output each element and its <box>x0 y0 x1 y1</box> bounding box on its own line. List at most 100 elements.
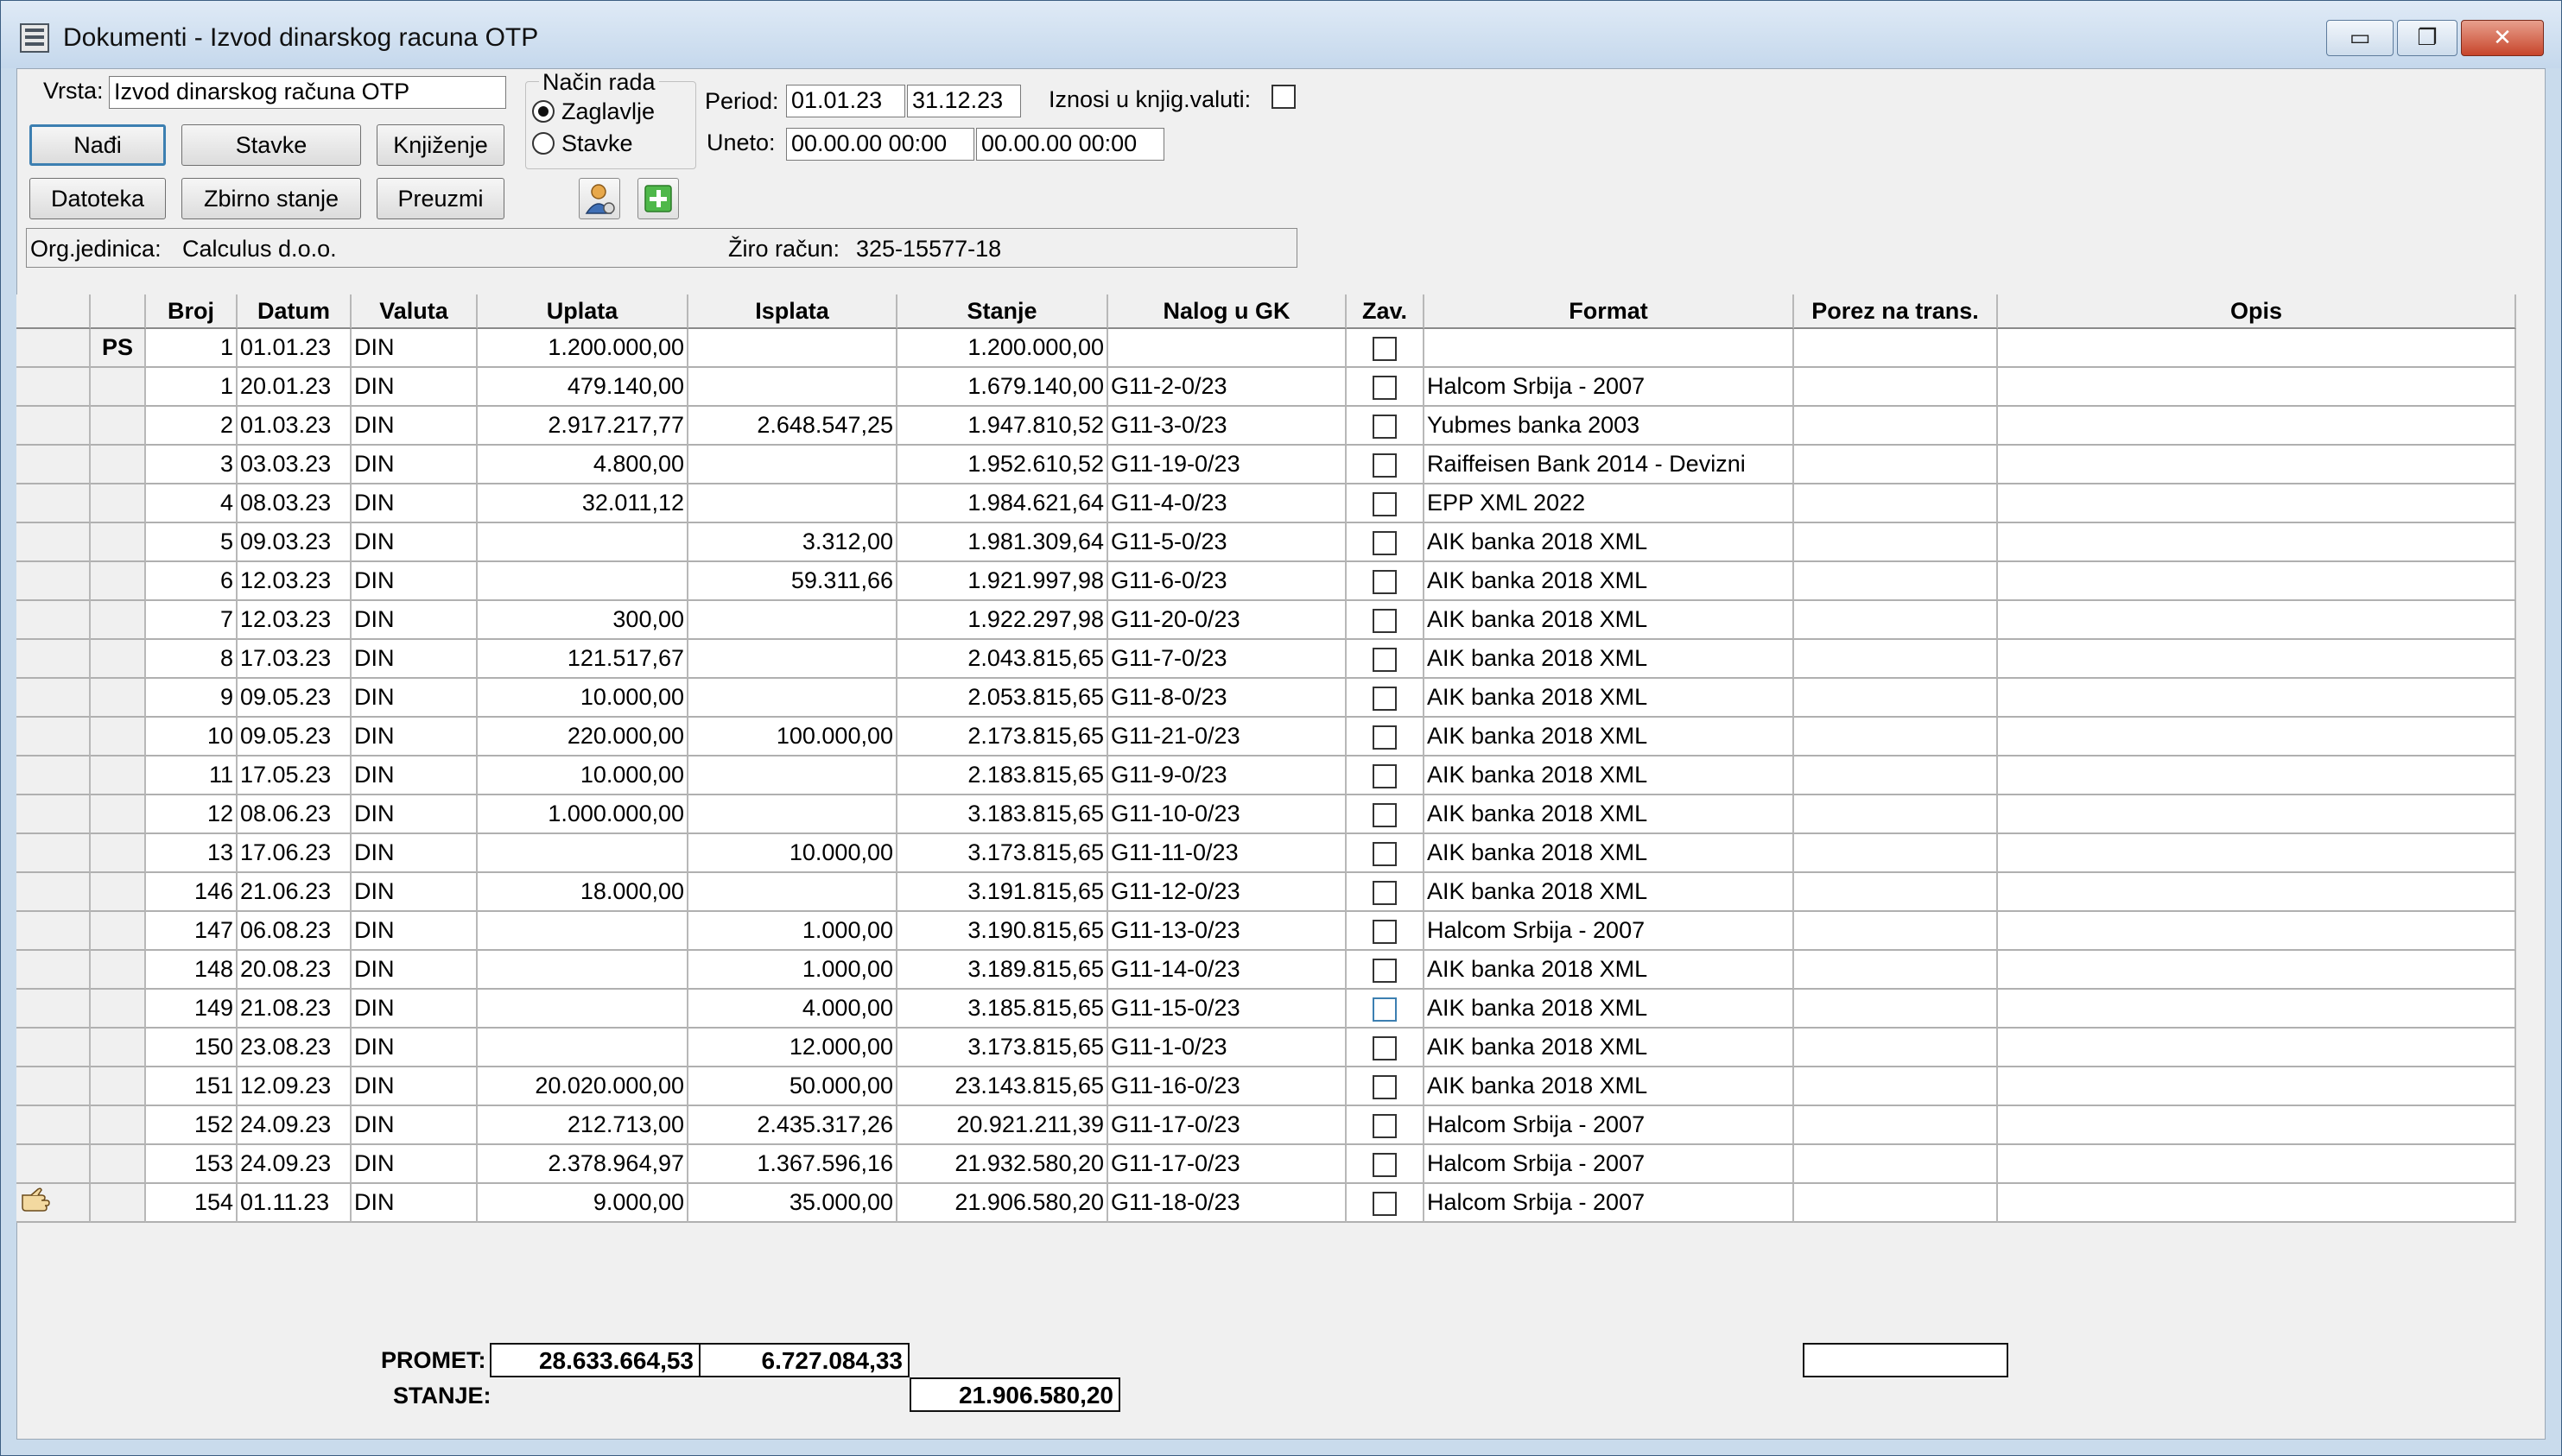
cell-stanje[interactable]: 1.200.000,00 <box>897 329 1108 368</box>
cell-porez[interactable] <box>1794 1184 1998 1223</box>
cell-opis[interactable] <box>1998 1106 2516 1145</box>
col-datum[interactable]: Datum <box>238 294 352 329</box>
cell-zav[interactable] <box>1347 1029 1424 1067</box>
cell-broj[interactable]: 152 <box>146 1106 238 1145</box>
cell-broj[interactable]: 9 <box>146 679 238 718</box>
cell-format[interactable]: Halcom Srbija - 2007 <box>1424 1184 1794 1223</box>
cell-stanje[interactable]: 1.952.610,52 <box>897 446 1108 484</box>
zav-checkbox[interactable] <box>1373 880 1397 905</box>
cell-format[interactable]: AIK banka 2018 XML <box>1424 990 1794 1029</box>
row-selector[interactable] <box>16 718 91 756</box>
col-isplata[interactable]: Isplata <box>688 294 897 329</box>
zav-checkbox[interactable] <box>1373 725 1397 750</box>
cell-valuta[interactable]: DIN <box>352 601 478 640</box>
cell-nalog[interactable]: G11-13-0/23 <box>1108 912 1347 951</box>
cell-opis[interactable] <box>1998 990 2516 1029</box>
zav-checkbox[interactable] <box>1373 569 1397 594</box>
cell-porez[interactable] <box>1794 446 1998 484</box>
table-row[interactable]: 8 17.03.23 DIN 121.517,67 2.043.815,65 G11-7-… <box>16 640 2516 679</box>
zav-checkbox[interactable] <box>1373 336 1397 361</box>
row-selector[interactable] <box>16 1067 91 1106</box>
cell-broj[interactable]: 13 <box>146 834 238 873</box>
cell-uplata[interactable]: 4.800,00 <box>478 446 688 484</box>
cell-zav[interactable] <box>1347 1106 1424 1145</box>
cell-stanje[interactable]: 3.173.815,65 <box>897 1029 1108 1067</box>
cell-nalog[interactable]: G11-9-0/23 <box>1108 756 1347 795</box>
row-selector[interactable] <box>16 1145 91 1184</box>
col-stanje[interactable]: Stanje <box>897 294 1108 329</box>
cell-opis[interactable] <box>1998 679 2516 718</box>
cell-zav[interactable] <box>1347 368 1424 407</box>
cell-uplata[interactable]: 10.000,00 <box>478 756 688 795</box>
cell-datum[interactable]: 20.08.23 <box>238 951 352 990</box>
cell-opis[interactable] <box>1998 407 2516 446</box>
vrsta-field[interactable]: Izvod dinarskog računa OTP <box>109 76 506 109</box>
row-selector[interactable] <box>16 601 91 640</box>
cell-broj[interactable]: 148 <box>146 951 238 990</box>
cell-broj[interactable]: 153 <box>146 1145 238 1184</box>
row-selector[interactable] <box>16 329 91 368</box>
cell-zav[interactable] <box>1347 484 1424 523</box>
uneto-from-field[interactable]: 00.00.00 00:00 <box>786 128 974 161</box>
row-selector[interactable] <box>16 951 91 990</box>
cell-porez[interactable] <box>1794 523 1998 562</box>
cell-format[interactable]: AIK banka 2018 XML <box>1424 1029 1794 1067</box>
cell-nalog[interactable]: G11-21-0/23 <box>1108 718 1347 756</box>
cell-stanje[interactable]: 2.183.815,65 <box>897 756 1108 795</box>
zav-checkbox[interactable] <box>1373 997 1397 1022</box>
cell-broj[interactable]: 5 <box>146 523 238 562</box>
col-uplata[interactable]: Uplata <box>478 294 688 329</box>
minimize-button[interactable]: ▭ <box>2326 20 2394 56</box>
row-selector[interactable] <box>16 795 91 834</box>
row-selector[interactable] <box>16 446 91 484</box>
cell-porez[interactable] <box>1794 679 1998 718</box>
cell-stanje[interactable]: 1.947.810,52 <box>897 407 1108 446</box>
table-row[interactable]: 6 12.03.23 DIN 59.311,66 1.921.997,98 G11-6-0… <box>16 562 2516 601</box>
table-row[interactable]: 1 20.01.23 DIN 479.140,00 1.679.140,00 G11-2-… <box>16 368 2516 407</box>
period-to-field[interactable]: 31.12.23 <box>907 85 1021 117</box>
cell-zav[interactable] <box>1347 601 1424 640</box>
col-zav[interactable]: Zav. <box>1347 294 1424 329</box>
cell-opis[interactable] <box>1998 834 2516 873</box>
cell-opis[interactable] <box>1998 1029 2516 1067</box>
row-selector[interactable] <box>16 990 91 1029</box>
cell-stanje[interactable]: 3.183.815,65 <box>897 795 1108 834</box>
radio-zaglavlje[interactable] <box>532 100 555 123</box>
cell-valuta[interactable]: DIN <box>352 756 478 795</box>
cell-porez[interactable] <box>1794 1067 1998 1106</box>
cell-format[interactable]: AIK banka 2018 XML <box>1424 756 1794 795</box>
table-row[interactable]: 5 09.03.23 DIN 3.312,00 1.981.309,64 G11-5-0/… <box>16 523 2516 562</box>
row-selector[interactable] <box>16 912 91 951</box>
cell-isplata[interactable]: 12.000,00 <box>688 1029 897 1067</box>
row-selector[interactable] <box>16 523 91 562</box>
cell-uplata[interactable]: 121.517,67 <box>478 640 688 679</box>
cell-datum[interactable]: 01.01.23 <box>238 329 352 368</box>
cell-broj[interactable]: 151 <box>146 1067 238 1106</box>
zav-checkbox[interactable] <box>1373 841 1397 866</box>
cell-nalog[interactable]: G11-10-0/23 <box>1108 795 1347 834</box>
cell-isplata[interactable]: 1.367.596,16 <box>688 1145 897 1184</box>
cell-valuta[interactable]: DIN <box>352 1067 478 1106</box>
cell-isplata[interactable] <box>688 601 897 640</box>
cell-format[interactable]: AIK banka 2018 XML <box>1424 523 1794 562</box>
cell-isplata[interactable] <box>688 484 897 523</box>
row-selector[interactable] <box>16 562 91 601</box>
cell-porez[interactable] <box>1794 912 1998 951</box>
cell-format[interactable]: AIK banka 2018 XML <box>1424 601 1794 640</box>
cell-nalog[interactable]: G11-1-0/23 <box>1108 1029 1347 1067</box>
user-settings-icon[interactable] <box>579 178 620 219</box>
cell-porez[interactable] <box>1794 1029 1998 1067</box>
cell-broj[interactable]: 2 <box>146 407 238 446</box>
cell-isplata[interactable] <box>688 795 897 834</box>
cell-opis[interactable] <box>1998 873 2516 912</box>
cell-format[interactable]: AIK banka 2018 XML <box>1424 795 1794 834</box>
cell-datum[interactable]: 12.03.23 <box>238 601 352 640</box>
cell-opis[interactable] <box>1998 329 2516 368</box>
cell-porez[interactable] <box>1794 640 1998 679</box>
cell-isplata[interactable] <box>688 329 897 368</box>
row-selector[interactable] <box>16 368 91 407</box>
cell-porez[interactable] <box>1794 1106 1998 1145</box>
cell-datum[interactable]: 09.03.23 <box>238 523 352 562</box>
iznosi-checkbox[interactable] <box>1271 85 1296 109</box>
cell-format[interactable]: Yubmes banka 2003 <box>1424 407 1794 446</box>
